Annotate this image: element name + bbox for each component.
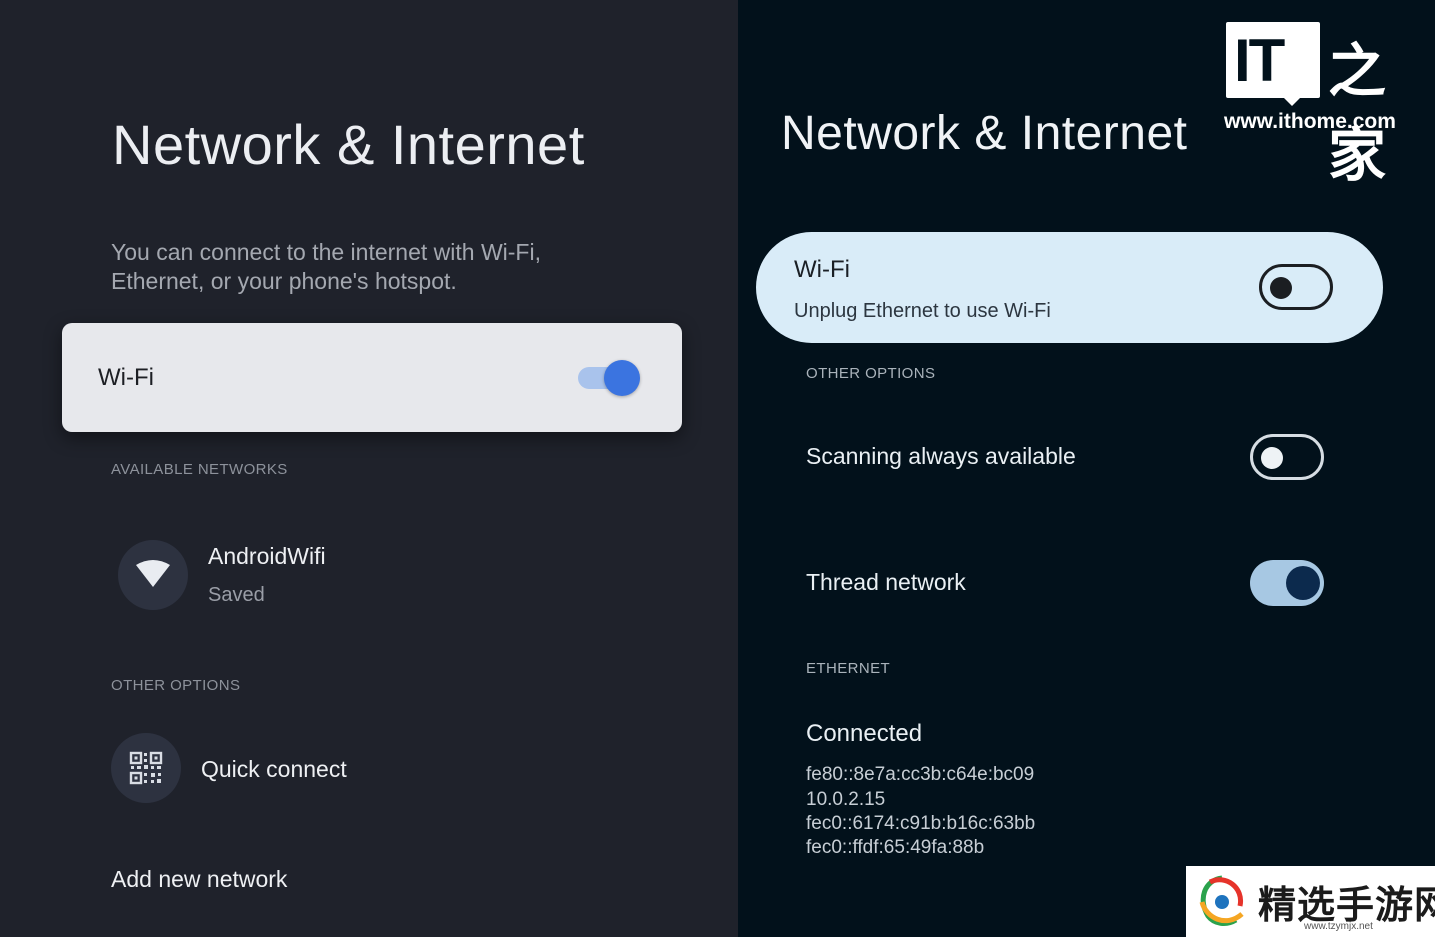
ethernet-header: ETHERNET [806, 660, 891, 677]
ip-address: 10.0.2.15 [806, 789, 886, 810]
wifi-signal-icon [118, 540, 188, 610]
jingxuan-watermark: 精选手游网 www.tzymjx.net [1186, 866, 1435, 937]
scanning-switch-off[interactable] [1250, 434, 1324, 480]
switch-thumb [1261, 447, 1283, 469]
ithome-logo-text: IT [1234, 27, 1285, 94]
network-item-androidwifi[interactable]: AndroidWifi Saved [118, 538, 518, 610]
jingxuan-url: www.tzymjx.net [1304, 921, 1373, 932]
wifi-label: Wi-Fi [98, 364, 154, 391]
ithome-logo-tail [1280, 94, 1304, 106]
available-networks-header: AVAILABLE NETWORKS [111, 461, 288, 478]
jingxuan-logo-icon [1199, 875, 1244, 926]
wifi-label-right: Wi-Fi [794, 256, 850, 283]
wifi-switch-on[interactable] [578, 360, 640, 396]
other-options-header-left: OTHER OPTIONS [111, 677, 241, 694]
network-status: Saved [208, 584, 265, 606]
scanning-always-available-label[interactable]: Scanning always available [806, 443, 1076, 470]
quick-connect-item[interactable]: Quick connect [111, 733, 511, 805]
wifi-toggle-row-right[interactable]: Wi-Fi Unplug Ethernet to use Wi-Fi [756, 232, 1383, 343]
ip-address: fe80::8e7a:cc3b:c64e:bc09 [806, 764, 1035, 785]
quick-connect-label: Quick connect [201, 756, 347, 782]
wifi-switch-off[interactable] [1259, 264, 1333, 310]
qr-code-icon [111, 733, 181, 803]
ethernet-status: Connected [806, 720, 923, 747]
add-new-network-item[interactable]: Add new network [111, 866, 287, 893]
page-title-left: Network & Internet [112, 113, 585, 176]
network-description: You can connect to the internet with Wi-… [111, 238, 631, 296]
thread-network-label[interactable]: Thread network [806, 569, 966, 596]
ithome-watermark-logo: IT 之家 www.ithome.com [1222, 22, 1422, 189]
other-options-header-right: OTHER OPTIONS [806, 365, 936, 382]
switch-thumb [604, 360, 640, 396]
network-name: AndroidWifi [208, 543, 326, 569]
page-title-right: Network & Internet [781, 107, 1188, 160]
switch-thumb [1270, 277, 1292, 299]
description-line-1: You can connect to the internet with Wi-… [111, 239, 541, 265]
ithome-logo-cn: 之家 [1328, 37, 1387, 189]
wifi-toggle-row-left[interactable]: Wi-Fi [62, 323, 682, 432]
description-line-2: Ethernet, or your phone's hotspot. [111, 268, 457, 294]
ip-address: fec0::ffdf:65:49fa:88b [806, 837, 985, 858]
thread-switch-on[interactable] [1250, 560, 1324, 606]
ithome-url: www.ithome.com [1224, 110, 1396, 133]
wifi-subtitle: Unplug Ethernet to use Wi-Fi [794, 300, 1051, 322]
ithome-logo-box: IT [1226, 22, 1320, 98]
ip-address: fec0::6174:c91b:b16c:63bb [806, 813, 1036, 834]
switch-thumb [1286, 566, 1320, 600]
